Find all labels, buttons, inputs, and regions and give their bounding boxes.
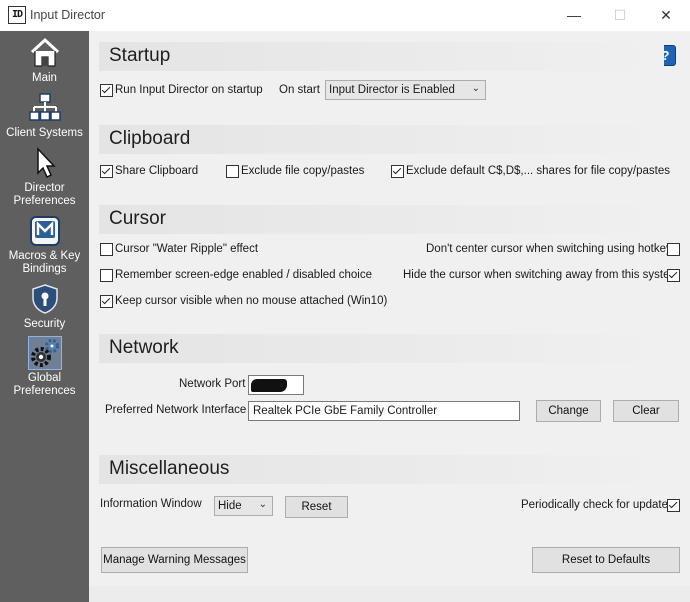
section-title: Startup	[109, 45, 171, 66]
reset-button[interactable]: Reset	[285, 496, 348, 518]
dont-center-label: Don't center cursor when switching using…	[426, 243, 678, 255]
sidebar-item-label: Director Preferences	[13, 182, 76, 207]
title-bar: ID Input Director — ☐ ✕	[0, 0, 690, 31]
sidebar-item-label: Global Preferences	[13, 372, 76, 397]
network-interface-value: Realtek PCIe GbE Family Controller	[253, 405, 438, 417]
exclude-default-shares-checkbox[interactable]	[391, 165, 404, 178]
sidebar-item-main[interactable]: Main	[3, 37, 86, 85]
home-icon	[30, 37, 59, 67]
section-title: Network	[109, 337, 179, 358]
exclude-default-shares-label: Exclude default C$,D$,... shares for fil…	[406, 165, 670, 177]
network-icon	[28, 93, 61, 121]
hide-cursor-checkbox[interactable]	[667, 269, 680, 282]
hide-cursor-label: Hide the cursor when switching away from…	[403, 269, 680, 281]
section-header-network: Network	[99, 334, 664, 363]
sidebar: Main Client Systems Director Preferences…	[0, 31, 89, 602]
information-window-select[interactable]: Hide ⌄	[214, 496, 273, 516]
sidebar-item-director-preferences[interactable]: Director Preferences	[3, 147, 86, 208]
exclude-file-copy-label: Exclude file copy/pastes	[241, 165, 365, 177]
information-window-value: Hide	[218, 500, 242, 512]
minimize-button[interactable]: —	[552, 3, 596, 27]
section-header-cursor: Cursor	[99, 205, 664, 234]
window-title: Input Director	[30, 8, 106, 22]
reset-defaults-button[interactable]: Reset to Defaults	[532, 547, 680, 573]
on-start-select[interactable]: Input Director is Enabled ⌄	[325, 80, 486, 100]
share-clipboard-label: Share Clipboard	[115, 165, 199, 177]
dont-center-checkbox[interactable]	[667, 243, 680, 256]
sidebar-item-security[interactable]: Security	[3, 283, 86, 331]
sidebar-item-global-preferences[interactable]: Global Preferences	[3, 336, 86, 398]
footer-strip	[89, 586, 690, 602]
section-header-miscellaneous: Miscellaneous	[99, 455, 664, 484]
exclude-file-copy-checkbox[interactable]	[226, 165, 239, 178]
shield-icon	[31, 284, 58, 314]
section-title: Cursor	[109, 208, 167, 229]
sidebar-item-label: Security	[23, 318, 66, 330]
on-start-value: Input Director is Enabled	[329, 84, 455, 96]
maximize-button[interactable]: ☐	[598, 3, 642, 27]
water-ripple-checkbox[interactable]	[100, 243, 113, 256]
section-header-startup: Startup	[99, 42, 664, 71]
sidebar-item-label: Main	[32, 72, 57, 84]
on-start-label: On start	[279, 84, 320, 96]
network-interface-label: Preferred Network Interface	[105, 404, 247, 416]
network-interface-field[interactable]: Realtek PCIe GbE Family Controller	[248, 401, 520, 421]
app-logo-icon: ID	[8, 6, 26, 24]
keep-visible-label: Keep cursor visible when no mouse attach…	[115, 295, 388, 307]
section-header-clipboard: Clipboard	[99, 125, 664, 154]
close-button[interactable]: ✕	[644, 3, 688, 27]
content-panel: ? Startup Run Input Director on startup …	[89, 31, 690, 602]
macro-icon	[29, 216, 60, 246]
run-on-startup-label: Run Input Director on startup	[115, 84, 263, 96]
sidebar-item-label: Macros & Key Bindings	[8, 250, 81, 275]
redacted-value	[251, 379, 287, 392]
keep-visible-checkbox[interactable]	[100, 295, 113, 308]
check-updates-label: Periodically check for updates	[521, 499, 674, 511]
water-ripple-label: Cursor "Water Ripple" effect	[115, 243, 259, 255]
network-port-input[interactable]	[248, 375, 304, 395]
remember-edge-checkbox[interactable]	[100, 269, 113, 282]
sidebar-item-label: Client Systems	[6, 127, 83, 139]
sidebar-item-macros[interactable]: Macros & Key Bindings	[3, 215, 86, 276]
information-window-label: Information Window	[100, 498, 202, 510]
check-updates-checkbox[interactable]	[667, 499, 680, 512]
run-on-startup-checkbox[interactable]	[100, 84, 113, 97]
clear-button[interactable]: Clear	[613, 400, 679, 422]
pointer-icon	[36, 147, 56, 179]
change-button[interactable]: Change	[536, 400, 601, 422]
chevron-down-icon: ⌄	[258, 499, 267, 510]
section-title: Clipboard	[109, 128, 191, 149]
network-port-label: Network Port	[179, 378, 246, 390]
sidebar-item-client-systems[interactable]: Client Systems	[3, 92, 86, 140]
chevron-down-icon: ⌄	[471, 83, 480, 94]
manage-warnings-button[interactable]: Manage Warning Messages	[101, 547, 248, 573]
share-clipboard-checkbox[interactable]	[100, 165, 113, 178]
gears-icon	[27, 336, 62, 370]
remember-edge-label: Remember screen-edge enabled / disabled …	[115, 269, 372, 281]
section-title: Miscellaneous	[109, 458, 230, 479]
